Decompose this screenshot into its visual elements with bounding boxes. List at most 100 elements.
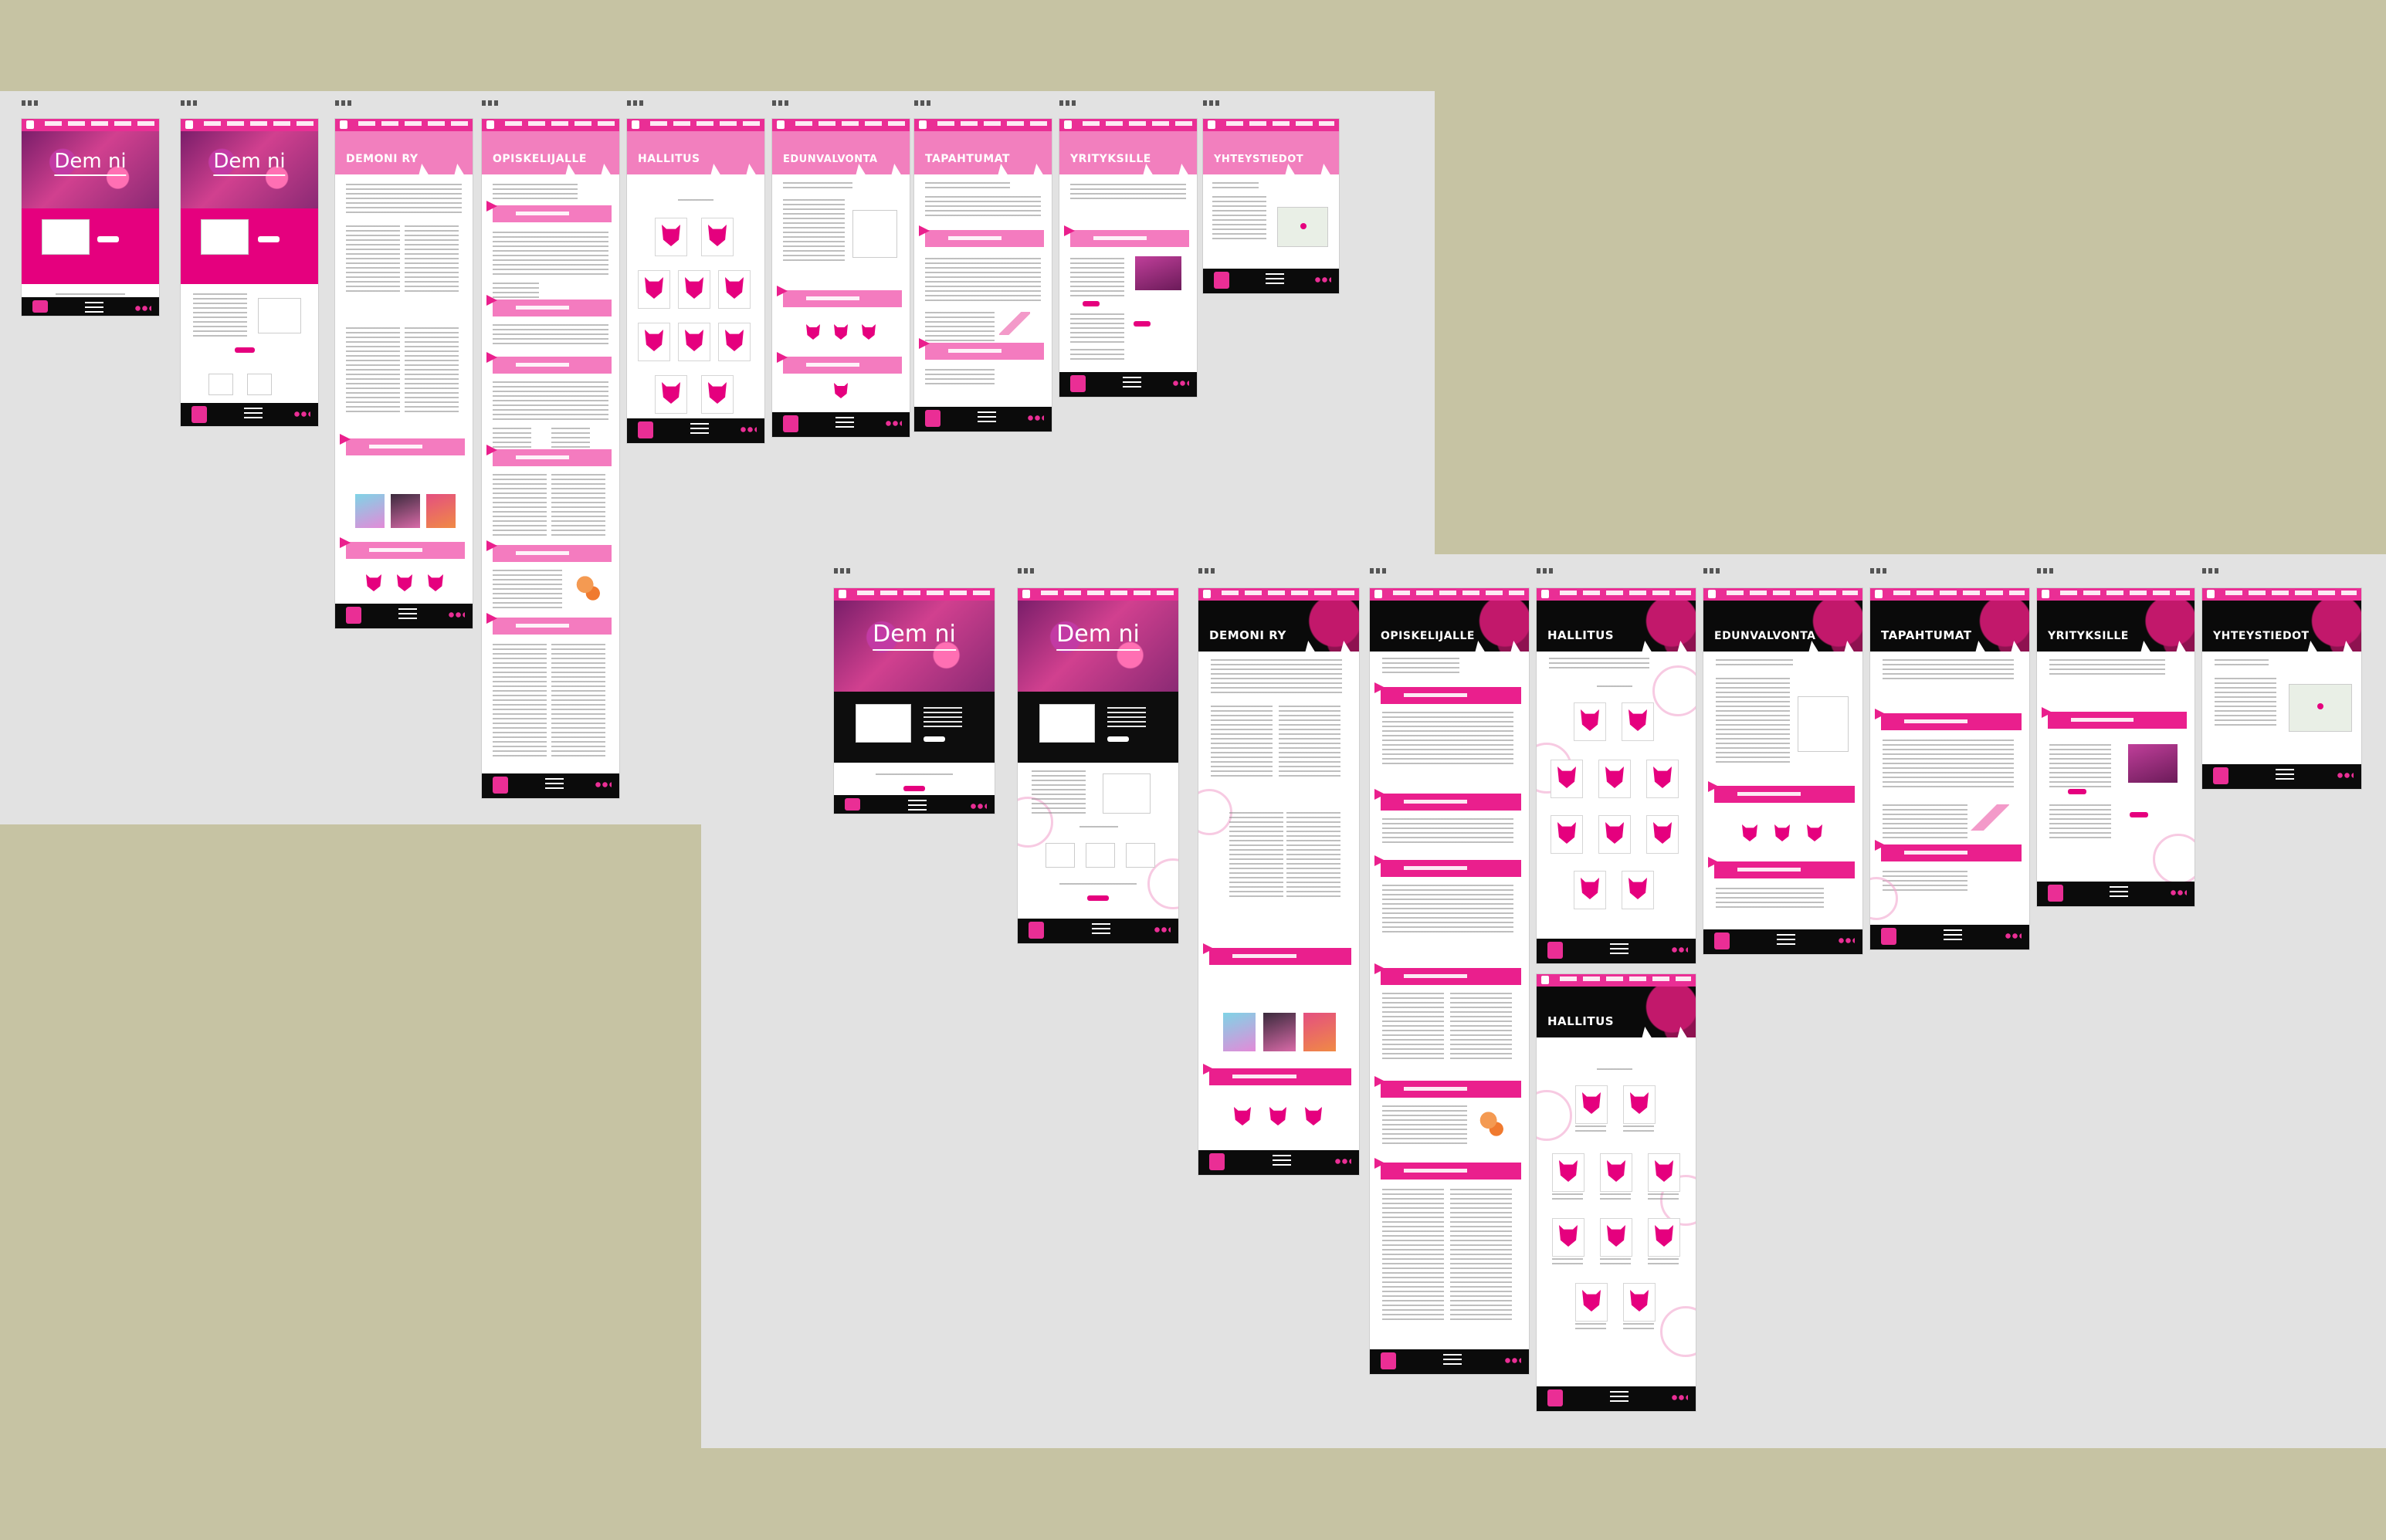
top-navigation[interactable] [1018,588,1178,601]
frame-edunvalvonta-v2[interactable]: EDUNVALVONTA [1703,588,1862,954]
top-navigation[interactable] [1203,119,1339,131]
frame-demoni-ry-v1[interactable]: DEMONI RY [335,119,473,628]
board-member-card[interactable] [701,375,734,414]
board-member-card[interactable] [1646,760,1679,798]
top-navigation[interactable] [2202,588,2361,601]
frame-label[interactable] [335,97,351,108]
social-icons[interactable] [2170,890,2187,895]
top-navigation[interactable] [1870,588,2029,601]
top-navigation[interactable] [482,119,619,131]
frame-label[interactable] [772,97,788,108]
location-map[interactable] [1277,207,1328,247]
frame-tapahtumat-v2[interactable]: TAPAHTUMAT [1870,588,2029,949]
social-icons[interactable] [970,804,987,809]
social-icons[interactable] [1314,277,1331,283]
frame-hallitus-v2-b[interactable]: HALLITUS [1537,974,1696,1411]
board-member-card[interactable] [1598,760,1631,798]
board-member-card[interactable] [1574,871,1606,909]
cta-button[interactable] [258,236,280,242]
frame-label[interactable] [834,565,850,576]
frame-label[interactable] [1018,565,1034,576]
frame-opiskelijalle-v2[interactable]: OPISKELIJALLE [1370,588,1529,1374]
frame-edunvalvonta-v1[interactable]: EDUNVALVONTA [772,119,910,437]
board-member-card[interactable] [718,323,751,361]
board-member-card[interactable] [1646,815,1679,854]
frame-home-v1-b[interactable]: Dem ni [181,119,318,426]
frame-home-v2[interactable]: Dem ni [834,588,995,814]
social-icons[interactable] [1027,415,1044,421]
frame-label[interactable] [1703,565,1720,576]
board-member-card[interactable] [638,270,670,309]
social-icons[interactable] [1671,1395,1688,1400]
social-icons[interactable] [1334,1159,1351,1164]
board-member-card[interactable] [655,375,687,414]
board-member-card[interactable] [1551,760,1583,798]
frame-home-v2-b[interactable]: Dem ni [1018,588,1178,943]
frame-hallitus-v2[interactable]: HALLITUS [1537,588,1696,963]
board-member-card[interactable] [1648,1153,1680,1192]
social-icons[interactable] [2005,933,2022,939]
top-navigation[interactable] [627,119,764,131]
board-member-card[interactable] [1552,1218,1584,1257]
social-icons[interactable] [134,306,151,311]
board-member-card[interactable] [678,270,710,309]
top-navigation[interactable] [335,119,473,131]
frame-label[interactable] [1059,97,1076,108]
board-member-card[interactable] [1552,1153,1584,1192]
frame-label[interactable] [482,97,498,108]
social-icons[interactable] [1504,1358,1521,1363]
top-navigation[interactable] [1537,588,1696,601]
frame-tapahtumat-v1[interactable]: TAPAHTUMAT [914,119,1052,432]
board-member-card[interactable] [701,218,734,256]
board-member-card[interactable] [678,323,710,361]
board-member-card[interactable] [718,270,751,309]
board-member-card[interactable] [1551,815,1583,854]
frame-label[interactable] [1198,565,1215,576]
frame-label[interactable] [181,97,197,108]
social-icons[interactable] [2337,773,2354,778]
top-navigation[interactable] [834,588,995,601]
social-icons[interactable] [1838,938,1855,943]
frame-yhteystiedot-v2[interactable]: YHTEYSTIEDOT [2202,588,2361,789]
frame-yrityksille-v2[interactable]: YRITYKSILLE [2037,588,2195,906]
top-navigation[interactable] [1703,588,1862,601]
social-icons[interactable] [595,782,612,787]
board-member-card[interactable] [1622,702,1654,741]
social-icons[interactable] [293,411,310,417]
frame-label[interactable] [22,97,38,108]
social-icons[interactable] [1172,381,1189,386]
board-member-card[interactable] [638,323,670,361]
frame-label[interactable] [1370,565,1386,576]
frame-yrityksille-v1[interactable]: YRITYKSILLE [1059,119,1197,397]
social-icons[interactable] [740,427,757,432]
board-member-card[interactable] [1575,1283,1608,1322]
board-member-card[interactable] [1623,1085,1656,1124]
top-navigation[interactable] [1198,588,1359,601]
frame-label[interactable] [2202,565,2218,576]
board-member-card[interactable] [1600,1153,1632,1192]
board-member-card[interactable] [1598,815,1631,854]
submit-button[interactable] [235,347,255,353]
board-member-card[interactable] [1575,1085,1608,1124]
frame-yhteystiedot-v1[interactable]: YHTEYSTIEDOT [1203,119,1339,293]
top-navigation[interactable] [1370,588,1529,601]
board-member-card[interactable] [1648,1218,1680,1257]
frame-opiskelijalle-v1[interactable]: OPISKELIJALLE [482,119,619,798]
top-navigation[interactable] [181,119,318,131]
board-member-card[interactable] [655,218,687,256]
top-navigation[interactable] [1059,119,1197,131]
frame-home-v1[interactable]: Dem ni [22,119,159,316]
board-member-card[interactable] [1622,871,1654,909]
frame-label[interactable] [1203,97,1219,108]
top-navigation[interactable] [2037,588,2195,601]
top-navigation[interactable] [772,119,910,131]
top-navigation[interactable] [1537,974,1696,987]
location-map[interactable] [2289,684,2352,732]
frame-label[interactable] [1537,565,1553,576]
frame-label[interactable] [1870,565,1886,576]
top-navigation[interactable] [22,119,159,131]
frame-label[interactable] [2037,565,2053,576]
board-member-card[interactable] [1574,702,1606,741]
board-member-card[interactable] [1623,1283,1656,1322]
frame-label[interactable] [627,97,643,108]
